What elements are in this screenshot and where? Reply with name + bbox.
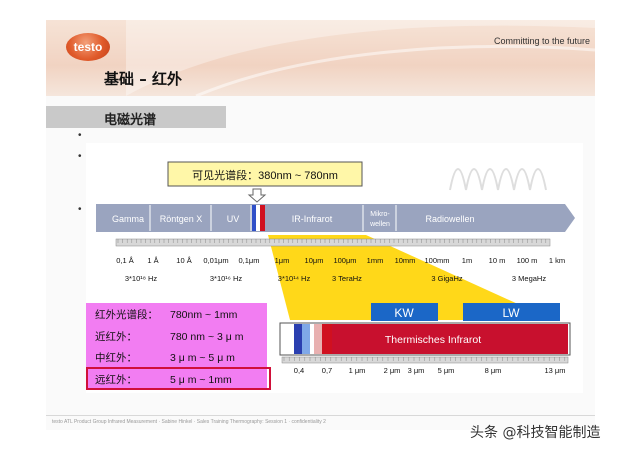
freq-label: 3*10¹⁸ Hz bbox=[125, 274, 158, 283]
zoom-lightblue-strip bbox=[302, 324, 310, 354]
wavelength-tick-label: 1mm bbox=[367, 256, 384, 265]
ir-tick-label: 2 μm bbox=[384, 366, 401, 375]
band-ir: IR-Infrarot bbox=[292, 214, 333, 224]
wavelength-tick-label: 1μm bbox=[275, 256, 290, 265]
ir-range-name: 近红外： bbox=[95, 330, 137, 343]
band-microwave-line1: Mikro- bbox=[370, 211, 390, 218]
ir-range-value: 5 μ m ~ 1mm bbox=[170, 374, 232, 386]
wavelength-label-group: 0,1 Å 1 Å 10 Å 0,01μm 0,1μm 1μm 10μm 100μm 1mm 10… bbox=[116, 256, 565, 265]
footer-text: testo ATL Product Group Infrared Measure… bbox=[52, 419, 326, 425]
wavelength-tick-label: 100μm bbox=[333, 256, 356, 265]
wavelength-tick-label: 100mm bbox=[424, 256, 449, 265]
ir-range-name: 红外光谱段： bbox=[95, 308, 158, 321]
zoom-white-strip bbox=[310, 324, 314, 354]
band-radio: Radiowellen bbox=[425, 214, 474, 224]
lw-label: LW bbox=[502, 306, 520, 320]
wavelength-tick-label: 1 Å bbox=[147, 256, 158, 265]
footer-rule bbox=[46, 415, 595, 416]
ir-range-value: 780nm ~ 1mm bbox=[170, 309, 238, 321]
ir-tick-label: 1 μm bbox=[349, 366, 366, 375]
ir-tick-label: 3 μm bbox=[408, 366, 425, 375]
zoom-red-strip bbox=[322, 324, 332, 354]
ir-tick-label: 13 μm bbox=[545, 366, 566, 375]
thermal-ir-label: Thermisches Infrarot bbox=[385, 334, 481, 346]
watermark: 头条 @科技智能制造 bbox=[470, 425, 601, 441]
wavelength-tick-label: 1 km bbox=[549, 256, 565, 265]
zoom-pink-strip bbox=[314, 324, 322, 354]
freq-label: 3*10¹⁴ Hz bbox=[278, 274, 311, 283]
ir-tick-label: 5 μm bbox=[438, 366, 455, 375]
ir-tick-label: 8 μm bbox=[485, 366, 502, 375]
wavelength-tick-label: 0,01μm bbox=[203, 256, 228, 265]
freq-label: 3 MegaHz bbox=[512, 274, 546, 283]
wavelength-tick-label: 0,1μm bbox=[239, 256, 260, 265]
ir-scale bbox=[281, 356, 569, 364]
visible-strip bbox=[252, 205, 256, 231]
wavelength-tick-label: 10 m bbox=[489, 256, 506, 265]
freq-label: 3 GigaHz bbox=[431, 274, 463, 283]
wavelength-tick-label: 0,1 Å bbox=[116, 256, 134, 265]
visible-strip bbox=[260, 205, 265, 231]
spectrum-diagram: 可见光谱段：380nm ~ 780nm Gamma Röntgen X UV I… bbox=[86, 143, 583, 393]
ir-range-value: 3 μ m ~ 5 μ m bbox=[170, 352, 235, 364]
ir-range-value: 780 nm ~ 3 μ m bbox=[170, 331, 244, 343]
zoom-blue-strip bbox=[294, 324, 302, 354]
wavelength-tick-label: 1m bbox=[462, 256, 472, 265]
band-xray: Röntgen X bbox=[160, 214, 203, 224]
visible-range-label: 可见光谱段：380nm ~ 780nm bbox=[192, 168, 338, 182]
wavelength-scale bbox=[115, 238, 551, 247]
ir-tick-label: 0,7 bbox=[322, 366, 332, 375]
freq-label: 3*10¹⁶ Hz bbox=[210, 274, 243, 283]
wavelength-tick-label: 10mm bbox=[395, 256, 416, 265]
visible-strip bbox=[256, 205, 260, 231]
ir-range-name: 远红外： bbox=[95, 373, 137, 386]
band-gamma: Gamma bbox=[112, 214, 144, 224]
ir-tick-label: 0,4 bbox=[294, 366, 304, 375]
freq-label: 3 TeraHz bbox=[332, 274, 362, 283]
band-microwave-line2: wellen bbox=[369, 221, 390, 228]
ir-range-name: 中红外： bbox=[95, 351, 137, 364]
band-uv: UV bbox=[227, 214, 240, 224]
kw-label: KW bbox=[394, 306, 414, 320]
wavelength-tick-label: 10μm bbox=[305, 256, 324, 265]
wavelength-tick-label: 100 m bbox=[517, 256, 538, 265]
wavelength-tick-label: 10 Å bbox=[176, 256, 191, 265]
